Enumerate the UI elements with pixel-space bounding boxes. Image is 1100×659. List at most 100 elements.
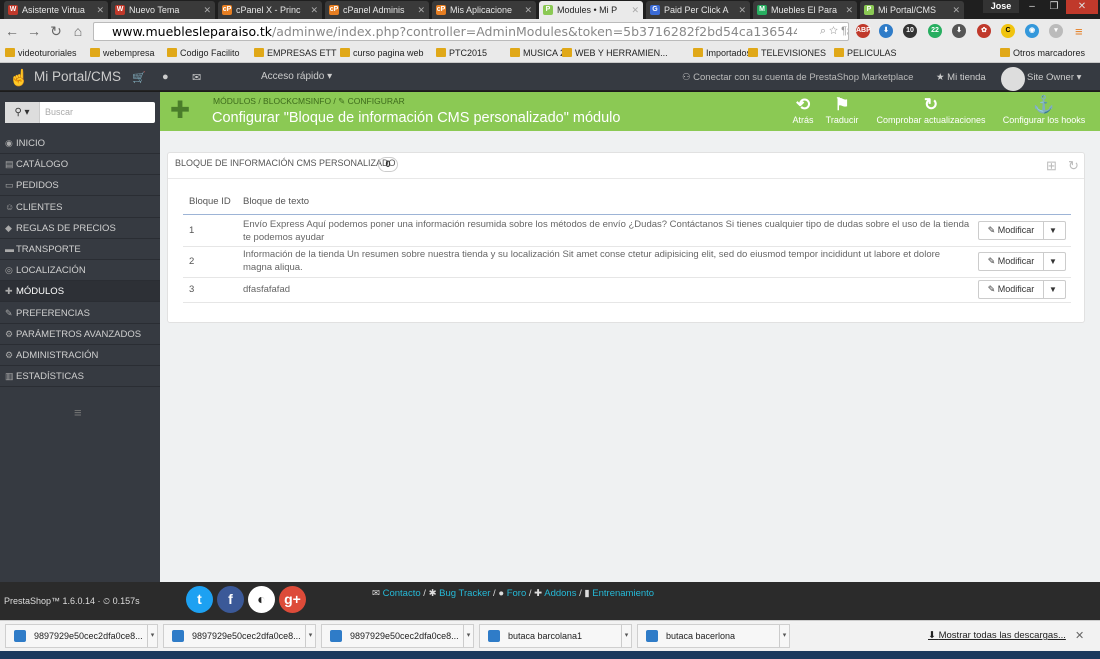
search-box[interactable]: ⚲ ▾ Buscar bbox=[5, 102, 155, 123]
toolbar-button[interactable]: ⚓ Configurar los hooks bbox=[999, 95, 1089, 125]
quick-access-dropdown[interactable]: Acceso rápido ▾ bbox=[261, 71, 332, 82]
search-icon[interactable]: ⚲ ▾ bbox=[5, 102, 40, 123]
sidebar-item[interactable]: ⚙ ADMINISTRACIÓN bbox=[0, 345, 160, 366]
modify-label[interactable]: ✎ Modificar bbox=[979, 222, 1044, 239]
download-menu-icon[interactable]: ▾ bbox=[463, 625, 473, 647]
close-downloads-icon[interactable]: ✕ bbox=[1075, 629, 1084, 642]
bookmark-item[interactable]: EMPRESAS ETT bbox=[254, 46, 337, 60]
bookmark-item[interactable]: WEB Y HERRAMIEN... bbox=[562, 46, 668, 60]
sidebar-item[interactable]: ◎ LOCALIZACIÓN bbox=[0, 260, 160, 282]
download-item[interactable]: butaca bacerlona ▾ bbox=[637, 624, 790, 648]
sidebar-item[interactable]: ⚙ PARÁMETROS AVANZADOS bbox=[0, 324, 160, 345]
customers-icon[interactable]: ● bbox=[162, 71, 169, 83]
sidebar-item[interactable]: ◉ INICIO bbox=[0, 133, 160, 154]
extension-icon[interactable]: 22 bbox=[928, 24, 942, 38]
footer-link[interactable]: Foro bbox=[507, 588, 527, 599]
bookmark-item[interactable]: curso pagina web bbox=[340, 46, 424, 60]
extension-icon[interactable]: ✿ bbox=[977, 24, 991, 38]
toolbar-button[interactable]: ↻ Comprobar actualizaciones bbox=[872, 95, 990, 125]
search-input[interactable]: Buscar bbox=[45, 102, 73, 123]
modify-label[interactable]: ✎ Modificar bbox=[979, 252, 1044, 270]
footer-link[interactable]: Addons bbox=[544, 588, 576, 599]
sidebar-item[interactable]: ▬ TRANSPORTE bbox=[0, 239, 160, 260]
download-ext-icon[interactable]: ⬇ bbox=[879, 24, 893, 38]
extension-icon[interactable]: ⬇ bbox=[952, 24, 966, 38]
my-shop-link[interactable]: ★ Mi tienda bbox=[936, 72, 986, 83]
sidebar-item[interactable]: ✚ MÓDULOS bbox=[0, 281, 160, 303]
bookmark-item[interactable]: Codigo Facilito bbox=[167, 46, 240, 60]
tab-close-icon[interactable]: ✕ bbox=[631, 1, 639, 19]
browser-tab[interactable]: W Nuevo Tema ✕ bbox=[111, 1, 215, 19]
footer-link[interactable]: Entrenamiento bbox=[592, 588, 654, 599]
browser-tab[interactable]: P Modules • Mi P ✕ bbox=[539, 1, 643, 19]
tab-close-icon[interactable]: ✕ bbox=[738, 1, 746, 19]
download-menu-icon[interactable]: ▾ bbox=[779, 625, 789, 647]
tab-close-icon[interactable]: ✕ bbox=[417, 1, 425, 19]
download-item[interactable]: 9897929e50cec2dfa0ce8... ▾ bbox=[5, 624, 158, 648]
tab-close-icon[interactable]: ✕ bbox=[96, 1, 104, 19]
github-icon[interactable]: ◐ bbox=[248, 586, 275, 613]
browser-tab[interactable]: M Muebles El Para ✕ bbox=[753, 1, 857, 19]
collapse-menu-icon[interactable]: ≡ bbox=[74, 405, 82, 420]
menu-icon[interactable]: ≡ bbox=[1075, 24, 1083, 39]
sidebar-item[interactable]: ✎ PREFERENCIAS bbox=[0, 303, 160, 324]
bookmark-item[interactable]: TELEVISIONES bbox=[748, 46, 826, 60]
modify-label[interactable]: ✎ Modificar bbox=[979, 281, 1044, 298]
download-item[interactable]: butaca barcolana1 ▾ bbox=[479, 624, 632, 648]
adblock-icon[interactable]: ABP bbox=[856, 24, 871, 38]
bookmark-other[interactable]: Otros marcadores bbox=[1000, 46, 1085, 60]
facebook-icon[interactable]: f bbox=[217, 586, 244, 613]
back-icon[interactable]: ← bbox=[4, 22, 20, 40]
extension-icon[interactable]: C bbox=[1001, 24, 1015, 38]
column-header-id[interactable]: Bloque ID bbox=[189, 196, 231, 207]
caret-down-icon[interactable]: ▼ bbox=[1049, 253, 1057, 270]
url-input[interactable]: www.mueblesleparaiso.tk/adminwe/index.ph… bbox=[93, 22, 849, 41]
footer-link[interactable]: Contacto bbox=[383, 588, 421, 599]
browser-tab[interactable]: P Mi Portal/CMS ✕ bbox=[860, 1, 964, 19]
sidebar-item[interactable]: ▥ ESTADÍSTICAS bbox=[0, 366, 160, 388]
add-icon[interactable]: ⊞ bbox=[1046, 158, 1057, 174]
download-item[interactable]: 9897929e50cec2dfa0ce8... ▾ bbox=[321, 624, 474, 648]
sidebar-item[interactable]: ▭ PEDIDOS bbox=[0, 175, 160, 197]
toolbar-button[interactable]: ⚑ Traducir bbox=[824, 95, 860, 125]
forward-icon[interactable]: → bbox=[26, 22, 42, 40]
google-plus-icon[interactable]: g+ bbox=[279, 586, 306, 613]
show-all-downloads-link[interactable]: ⬇ Mostrar todas las descargas... bbox=[928, 630, 1066, 641]
footer-link[interactable]: Bug Tracker bbox=[439, 588, 490, 599]
sidebar-item[interactable]: ☺ CLIENTES bbox=[0, 197, 160, 218]
download-menu-icon[interactable]: ▾ bbox=[147, 625, 157, 647]
sidebar-item[interactable]: ◆ REGLAS DE PRECIOS bbox=[0, 218, 160, 239]
sidebar-item[interactable]: ▤ CATÁLOGO bbox=[0, 154, 160, 176]
close-window-icon[interactable]: ✕ bbox=[1066, 0, 1098, 14]
home-icon[interactable]: ⌂ bbox=[70, 22, 86, 40]
portal-title[interactable]: Mi Portal/CMS bbox=[34, 69, 121, 84]
tab-close-icon[interactable]: ✕ bbox=[524, 1, 532, 19]
orders-cart-icon[interactable]: 🛒 bbox=[132, 71, 146, 84]
extension-icon[interactable]: 10 bbox=[903, 24, 917, 38]
marketplace-connect-link[interactable]: ⚇ Conectar con su cuenta de PrestaShop M… bbox=[682, 72, 913, 83]
browser-tab[interactable]: G Paid Per Click A ✕ bbox=[646, 1, 750, 19]
toolbar-button[interactable]: ⟲ Atrás bbox=[790, 95, 816, 125]
browser-tab[interactable]: cP cPanel Adminis ✕ bbox=[325, 1, 429, 19]
modify-button[interactable]: ✎ Modificar ▼ bbox=[978, 280, 1066, 299]
download-menu-icon[interactable]: ▾ bbox=[305, 625, 315, 647]
caret-down-icon[interactable]: ▼ bbox=[1049, 222, 1057, 239]
messages-icon[interactable]: ✉ bbox=[192, 71, 201, 84]
avatar[interactable] bbox=[1001, 67, 1025, 91]
browser-user[interactable]: Jose bbox=[983, 0, 1019, 13]
download-menu-icon[interactable]: ▾ bbox=[621, 625, 631, 647]
tab-close-icon[interactable]: ✕ bbox=[845, 1, 853, 19]
bookmark-item[interactable]: MUSICA 2 bbox=[510, 46, 565, 60]
tab-close-icon[interactable]: ✕ bbox=[952, 1, 960, 19]
bookmark-item[interactable]: videoturoriales bbox=[5, 46, 77, 60]
browser-tab[interactable]: cP cPanel X - Princ ✕ bbox=[218, 1, 322, 19]
bookmark-item[interactable]: webempresa bbox=[90, 46, 155, 60]
twitter-icon[interactable]: t bbox=[186, 586, 213, 613]
download-item[interactable]: 9897929e50cec2dfa0ce8... ▾ bbox=[163, 624, 316, 648]
restore-icon[interactable]: ❐ bbox=[1043, 0, 1065, 14]
minimize-icon[interactable]: ‒ bbox=[1021, 0, 1043, 14]
bookmark-item[interactable]: PELICULAS bbox=[834, 46, 897, 60]
tab-close-icon[interactable]: ✕ bbox=[203, 1, 211, 19]
caret-down-icon[interactable]: ▼ bbox=[1049, 281, 1057, 298]
browser-tab[interactable]: W Asistente Virtua ✕ bbox=[4, 1, 108, 19]
